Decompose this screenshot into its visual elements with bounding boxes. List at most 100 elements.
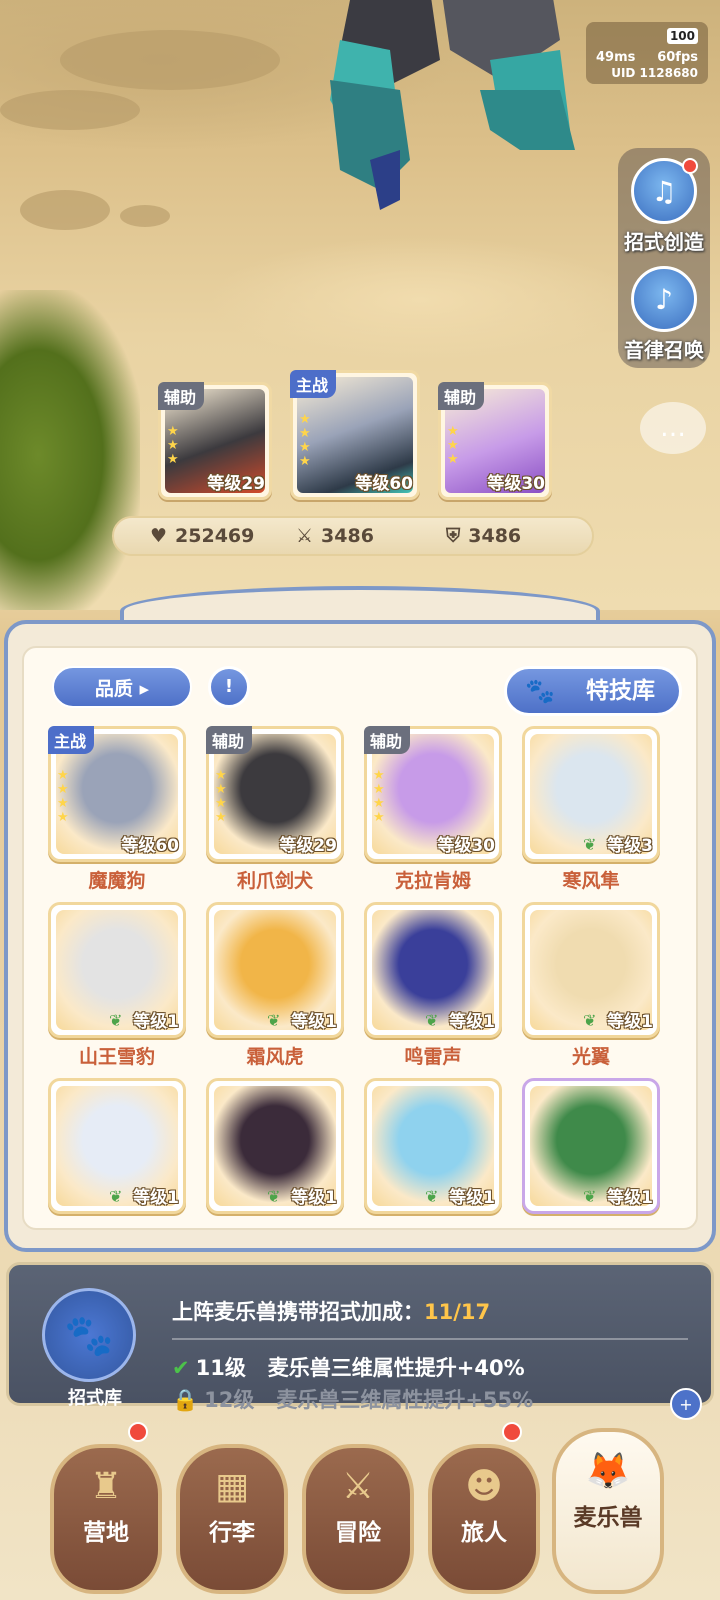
- paw-icon: 🐾: [64, 1312, 114, 1359]
- uid-text: UID 1128680: [611, 66, 698, 80]
- pet-card[interactable]: ❦ 等级3: [522, 726, 660, 862]
- shield-icon: ⛨: [446, 525, 461, 547]
- pet-card[interactable]: 辅助 ★ ★ ★ ★ 等级29: [206, 726, 344, 862]
- lock-icon: 🔒: [172, 1388, 199, 1412]
- sprout-icon: ❦: [583, 1011, 597, 1030]
- nav-pets[interactable]: 🦊 麦乐兽: [552, 1428, 664, 1594]
- notification-dot: [682, 158, 698, 174]
- move-library-button[interactable]: 🐾: [42, 1288, 136, 1382]
- level-label: 等级1: [607, 1188, 653, 1208]
- battery-indicator: 100: [666, 28, 698, 44]
- nav-traveler[interactable]: ☻ 旅人: [428, 1444, 540, 1594]
- nav-adventure[interactable]: ⚔ 冒险: [302, 1444, 414, 1594]
- sprout-icon: ❦: [583, 835, 597, 854]
- pet-name: 霜风虎: [246, 1046, 304, 1068]
- level-label: 等级3: [607, 836, 653, 856]
- star-rating: ★ ★ ★ ★: [57, 768, 69, 825]
- role-tag: 辅助: [158, 382, 205, 410]
- rock: [60, 30, 280, 90]
- rock: [120, 205, 170, 227]
- crossed-swords-icon: ⚔: [341, 1466, 375, 1507]
- nav-camp[interactable]: ♜ 营地: [50, 1444, 162, 1594]
- skill-library-button[interactable]: 🐾 特技库: [504, 666, 682, 716]
- game-scene: 100 49ms 60fps UID 1128680 ♫ 招式创造 ♪ 音律召唤…: [0, 0, 720, 610]
- zoom-in-button[interactable]: +: [670, 1388, 702, 1420]
- lyre-icon: ♪: [631, 266, 697, 332]
- pet-name: 鸣雷声: [404, 1046, 462, 1068]
- star-rating: ★ ★ ★ ★: [215, 768, 227, 825]
- bonus-progress: 11/17: [424, 1300, 491, 1324]
- rhythm-summon-button[interactable]: ♪ 音律召唤: [618, 266, 710, 363]
- pet-card[interactable]: ❦ 等级1: [48, 902, 186, 1038]
- level-label: 等级29: [207, 474, 265, 494]
- role-tag: 辅助: [206, 726, 253, 754]
- team-slot-1[interactable]: 辅助 ★ ★ ★ 等级29: [158, 382, 272, 500]
- level-label: 等级1: [133, 1188, 179, 1208]
- guide-book-button[interactable]: !: [208, 666, 250, 708]
- sprout-icon: ❦: [583, 1187, 597, 1206]
- star-rating: ★ ★ ★ ★: [299, 412, 311, 469]
- pet-card[interactable]: ❦ 等级1: [206, 1078, 344, 1214]
- pet-card[interactable]: ❦ 等级1: [522, 1078, 660, 1214]
- sprout-icon: ❦: [267, 1187, 281, 1206]
- status-widget: 100 49ms 60fps UID 1128680: [586, 22, 708, 84]
- role-tag: 主战: [290, 370, 337, 398]
- nav-luggage[interactable]: ▦ 行李: [176, 1444, 288, 1594]
- sprout-icon: ❦: [109, 1187, 123, 1206]
- pet-card[interactable]: 主战 ★ ★ ★ ★ 等级60: [48, 726, 186, 862]
- chat-icon: …: [660, 413, 686, 443]
- level-label: 等级30: [437, 836, 495, 856]
- monster-sprite: [330, 0, 575, 210]
- chat-button[interactable]: …: [640, 402, 706, 454]
- level-label: 等级60: [121, 836, 179, 856]
- pet-name: 光翼: [571, 1046, 610, 1068]
- pet-card[interactable]: ❦ 等级1: [48, 1078, 186, 1214]
- sprout-icon: ❦: [425, 1011, 439, 1030]
- team-slot-3[interactable]: 辅助 ★ ★ ★ 等级30: [438, 382, 552, 500]
- level-label: 等级30: [487, 474, 545, 494]
- star-rating: ★ ★ ★: [167, 424, 179, 467]
- check-icon: ✔: [172, 1356, 190, 1380]
- backpack-icon: ▦: [214, 1466, 249, 1507]
- pet-card[interactable]: ❦ 等级1: [206, 902, 344, 1038]
- paw-icon: 🐾: [525, 677, 555, 705]
- bonus-row-achieved: ✔ 11级 麦乐兽三维属性提升+40%: [172, 1356, 525, 1380]
- rock: [0, 90, 140, 130]
- level-label: 等级29: [279, 836, 337, 856]
- pet-name: 利爪剑犬: [236, 870, 313, 892]
- role-tag: 辅助: [364, 726, 411, 754]
- notification-dot: [128, 1422, 148, 1442]
- fox-head-icon: 🦊: [585, 1451, 631, 1492]
- hp-stat: ♥ 252469: [150, 525, 255, 547]
- pet-name: 山王雪豹: [78, 1046, 155, 1068]
- sprout-icon: ❦: [109, 1011, 123, 1030]
- fps-text: 60fps: [657, 50, 698, 65]
- role-tag: 主战: [48, 726, 95, 754]
- foliage: [0, 290, 140, 610]
- attack-stat: ⚔ 3486: [296, 525, 374, 547]
- ping-text: 49ms: [596, 50, 636, 65]
- pet-name: 克拉肯姆: [394, 870, 471, 892]
- heart-icon: ♥: [150, 525, 168, 547]
- level-label: 等级1: [449, 1012, 495, 1032]
- defense-stat: ⛨ 3486: [446, 525, 522, 547]
- book-icon: !: [224, 676, 234, 697]
- role-tag: 辅助: [438, 382, 485, 410]
- pet-card[interactable]: ❦ 等级1: [364, 902, 502, 1038]
- pet-card[interactable]: ❦ 等级1: [364, 1078, 502, 1214]
- star-rating: ★ ★ ★ ★: [373, 768, 385, 825]
- pet-name: 魔魔狗: [88, 870, 146, 892]
- bonus-title: 上阵麦乐兽携带招式加成：11/17: [172, 1300, 491, 1324]
- team-slot-main[interactable]: 主战 ★ ★ ★ ★ 等级60: [290, 370, 420, 500]
- bonus-row-locked: 🔒 12级 麦乐兽三维属性提升+55%: [172, 1388, 534, 1412]
- pet-card[interactable]: ❦ 等级1: [522, 902, 660, 1038]
- divider: [172, 1338, 688, 1340]
- move-create-button[interactable]: ♫ 招式创造: [618, 158, 710, 255]
- magnifier-icon: +: [679, 1395, 693, 1414]
- notification-dot: [502, 1422, 522, 1442]
- castle-icon: ♜: [89, 1466, 123, 1507]
- sprout-icon: ❦: [267, 1011, 281, 1030]
- pet-card[interactable]: 辅助 ★ ★ ★ ★ 等级30: [364, 726, 502, 862]
- sprout-icon: ❦: [425, 1187, 439, 1206]
- quality-filter-button[interactable]: 品质 ▸: [52, 666, 192, 708]
